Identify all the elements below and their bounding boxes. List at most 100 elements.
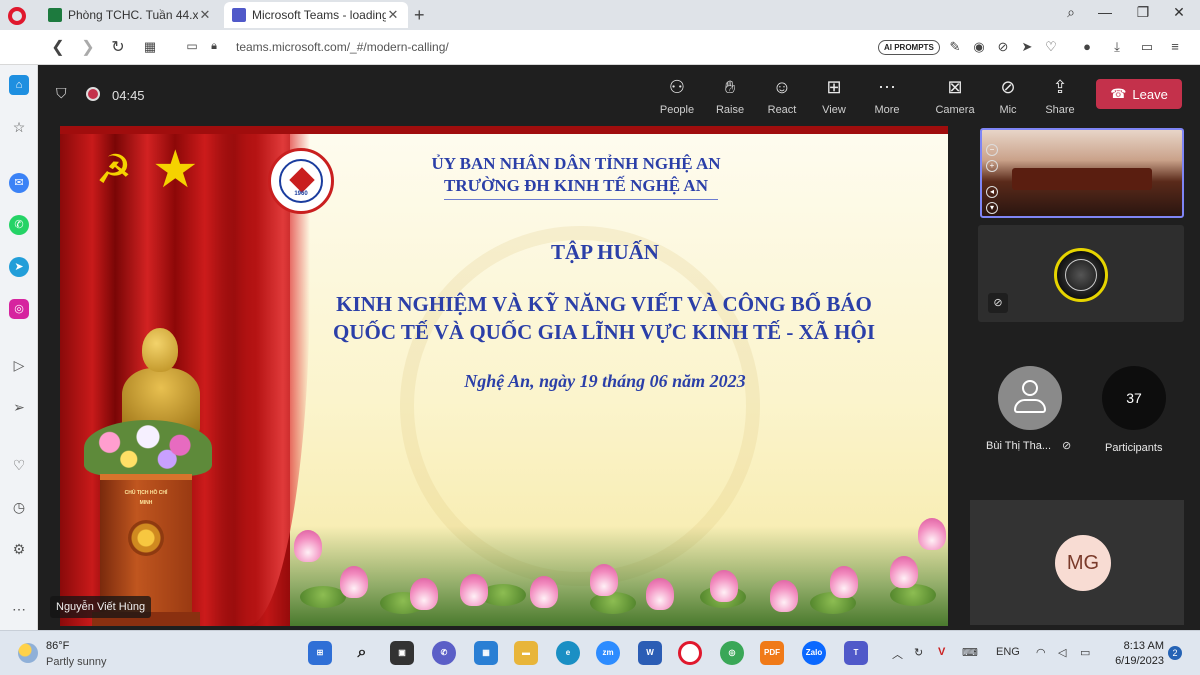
start-icon[interactable]: ⊞ xyxy=(308,641,332,665)
teams-icon[interactable]: T xyxy=(844,641,868,665)
settings-icon[interactable]: ⚙ xyxy=(9,539,29,559)
opera-logo-icon[interactable] xyxy=(8,7,26,25)
wifi-icon[interactable]: ◠ xyxy=(1036,646,1046,659)
raise-button[interactable]: ✋︎ Raise xyxy=(706,75,754,116)
messenger-icon[interactable]: ✉ xyxy=(9,173,29,193)
edge-icon[interactable]: e xyxy=(556,641,580,665)
close-icon[interactable]: ✕ xyxy=(386,7,400,23)
tab-grid-icon[interactable]: ▦ xyxy=(140,39,160,55)
taskbar-clock[interactable]: 8:13 AM 6/19/2023 xyxy=(1104,639,1164,669)
volume-icon[interactable]: ◁ xyxy=(1058,646,1066,659)
new-tab-button[interactable]: + xyxy=(414,5,425,26)
search-icon[interactable]: ⌕ xyxy=(350,641,374,665)
menu-icon[interactable]: ≡ xyxy=(1166,39,1184,54)
tab-teams[interactable]: Microsoft Teams - loading ✕ xyxy=(224,2,408,28)
zalo-icon[interactable]: Zalo xyxy=(802,641,826,665)
vietkey-icon[interactable]: V xyxy=(938,646,945,658)
mic-button[interactable]: ⊘ Mic xyxy=(984,75,1032,116)
battery-icon[interactable]: ▭ xyxy=(1138,39,1156,55)
zoom-icon[interactable]: zm xyxy=(596,641,620,665)
people-icon: ⚇ xyxy=(668,77,686,97)
sync-icon[interactable]: ↻ xyxy=(914,646,923,659)
weather-desc[interactable]: Partly sunny xyxy=(46,656,107,668)
explorer-icon[interactable]: ▬ xyxy=(514,641,538,665)
reload-button[interactable]: ↻ xyxy=(108,37,128,57)
zoom-in-icon[interactable]: + xyxy=(986,160,998,172)
react-button[interactable]: ☺ React xyxy=(758,75,806,116)
notification-badge[interactable]: 2 xyxy=(1168,646,1182,660)
self-video-tile[interactable]: MG xyxy=(970,500,1184,625)
recording-icon xyxy=(86,87,100,101)
chat-icon[interactable]: ✆ xyxy=(432,641,456,665)
instagram-icon[interactable]: ◎ xyxy=(9,299,29,319)
view-button[interactable]: ⊞ View xyxy=(810,75,858,116)
pan-icon[interactable]: ◂ xyxy=(986,186,998,198)
snapshot-icon[interactable]: ◉ xyxy=(970,39,988,55)
more-icon: ⋯ xyxy=(878,77,896,97)
language-indicator[interactable]: ENG xyxy=(996,646,1020,658)
close-icon[interactable]: ✕ xyxy=(198,7,212,23)
telegram-icon[interactable]: ➤ xyxy=(9,257,29,277)
video-tile-globe[interactable]: ⊘ xyxy=(978,225,1184,322)
react-label: React xyxy=(767,104,797,116)
video-tile-room[interactable]: − + ◂ ▾ xyxy=(980,128,1184,218)
share-button[interactable]: ⇪ Share xyxy=(1036,75,1084,116)
favorites-icon[interactable]: ♡ xyxy=(9,455,29,475)
maximize-button[interactable]: ❐ xyxy=(1128,4,1158,21)
battery-icon[interactable]: ▭ xyxy=(1080,646,1090,659)
url-field[interactable]: teams.microsoft.com/_#/modern-calling/ xyxy=(236,40,449,54)
heart-icon[interactable]: ♡ xyxy=(1042,39,1060,55)
more-sidebar-icon[interactable]: ⋯ xyxy=(9,599,29,619)
player-icon[interactable]: ▷ xyxy=(9,355,29,375)
shared-screen-slide: ☭ ★ CHỦ TỊCH HỒ CHÍ MINH 1960 ỦY BAN NHÂ… xyxy=(60,126,948,626)
logo-year: 1960 xyxy=(294,191,308,197)
ad-block-icon[interactable]: ⊘ xyxy=(994,39,1012,55)
keyboard-icon[interactable]: ⌨ xyxy=(962,646,978,659)
people-label: People xyxy=(659,104,695,116)
minimize-button[interactable]: — xyxy=(1090,4,1120,20)
whatsapp-icon[interactable]: ✆ xyxy=(9,215,29,235)
bookmark-icon[interactable]: ☆ xyxy=(9,117,29,137)
task-view-icon[interactable]: ▣ xyxy=(390,641,414,665)
history-icon[interactable]: ◷ xyxy=(9,497,29,517)
tab-excel[interactable]: Phòng TCHC. Tuần 44.xlsx ✕ xyxy=(40,2,220,28)
close-window-button[interactable]: ✕ xyxy=(1164,4,1194,21)
globe-avatar xyxy=(1054,248,1108,302)
participant-avatar[interactable] xyxy=(998,366,1062,430)
lotus-border xyxy=(290,518,948,626)
clock-time: 8:13 AM xyxy=(1123,640,1164,652)
store-icon[interactable]: ▦ xyxy=(474,641,498,665)
tab-label: Phòng TCHC. Tuần 44.xlsx xyxy=(68,8,198,22)
send-icon[interactable]: ➤ xyxy=(1018,39,1036,55)
search-tabs-icon[interactable]: ⌕ xyxy=(1056,4,1086,21)
profile-icon[interactable]: ● xyxy=(1078,39,1096,54)
pdf-icon[interactable]: PDF xyxy=(760,641,784,665)
leave-button[interactable]: ☎ Leave xyxy=(1096,79,1182,109)
weather-icon[interactable] xyxy=(18,643,38,663)
ai-prompts-button[interactable]: AI PROMPTS xyxy=(878,40,940,55)
windows-taskbar: 86°F Partly sunny ⊞ ⌕ ▣ ✆ ▦ ▬ e zm W ◎ P… xyxy=(0,630,1200,675)
people-button[interactable]: ⚇ People xyxy=(653,75,701,116)
chrome-icon[interactable]: ◎ xyxy=(720,641,744,665)
home-icon[interactable]: ⌂ xyxy=(9,75,29,95)
forward-button[interactable]: ❯ xyxy=(78,37,98,57)
pan-down-icon[interactable]: ▾ xyxy=(986,202,998,214)
participant-count-button[interactable]: 37 xyxy=(1102,366,1166,430)
zoom-out-icon[interactable]: − xyxy=(986,144,998,156)
lock-icon[interactable]: 🔒︎ xyxy=(204,40,224,53)
mic-muted-icon: ⊘ xyxy=(988,293,1008,313)
weather-temp[interactable]: 86°F xyxy=(46,640,69,652)
send-sidebar-icon[interactable]: ➢ xyxy=(9,397,29,417)
camera-button[interactable]: ⊠ Camera xyxy=(931,75,979,116)
more-button[interactable]: ⋯ More xyxy=(863,75,911,116)
word-icon[interactable]: W xyxy=(638,641,662,665)
show-hidden-icons[interactable]: ︿ xyxy=(892,646,903,662)
camera-permission-icon[interactable]: ▭ xyxy=(182,39,202,53)
opera-sidebar: ⌂ ☆ ✉ ✆ ➤ ◎ ▷ ➢ ♡ ◷ ⚙ ⋯ xyxy=(0,65,38,630)
opera-icon[interactable] xyxy=(678,641,702,665)
download-icon[interactable]: ⤓ xyxy=(1108,39,1126,55)
shield-icon[interactable]: ⛉ xyxy=(56,85,67,102)
tab-label: Microsoft Teams - loading xyxy=(252,8,386,22)
back-button[interactable]: ❮ xyxy=(48,37,68,57)
edit-icon[interactable]: ✎ xyxy=(946,39,964,55)
